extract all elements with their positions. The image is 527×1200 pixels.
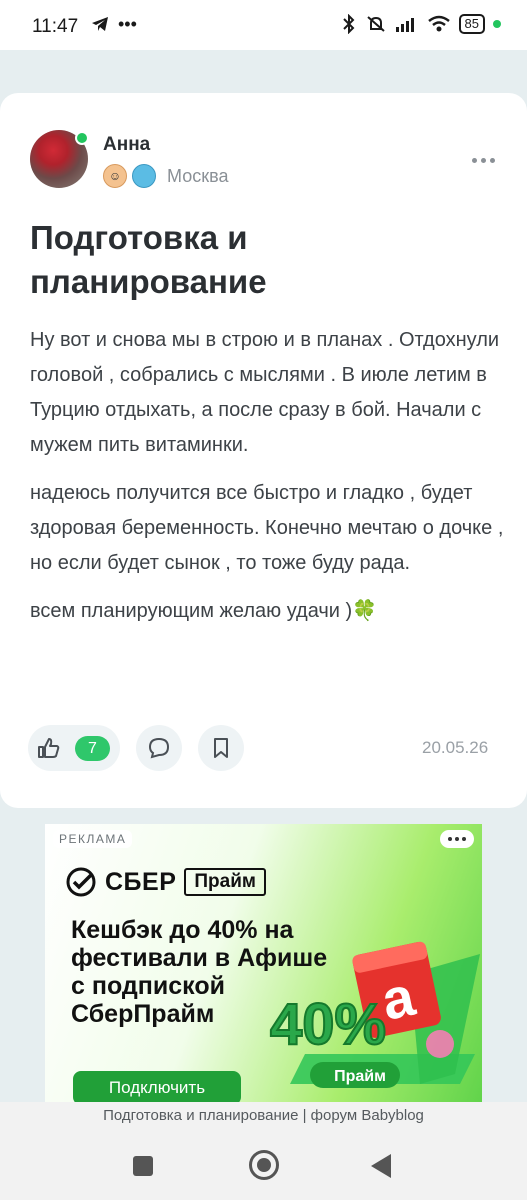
post-more-button[interactable] (468, 150, 498, 170)
thumbs-up-icon[interactable] (36, 736, 62, 760)
author-city: Москва (167, 166, 229, 186)
ad-label: РЕКЛАМА (53, 830, 133, 848)
back-button[interactable] (371, 1154, 391, 1178)
ad-banner[interactable]: РЕКЛАМА СБЕР Прайм Кешбэк до 40% на фест… (45, 824, 482, 1114)
post-paragraph: всем планирующим желаю удачи )🍀 (30, 600, 378, 622)
post-paragraph: надеюсь получится все быстро и гладко , … (30, 482, 504, 574)
author-name[interactable]: Анна (103, 134, 150, 156)
telegram-icon (92, 17, 108, 31)
ad-graphic-percent: 40% (270, 992, 386, 1057)
more-dots-icon: ••• (118, 14, 137, 34)
bookmark-button[interactable] (198, 725, 244, 771)
online-status-dot (75, 131, 89, 145)
mute-icon (366, 16, 385, 32)
post-title: Подготовка и планирование (30, 219, 267, 300)
battery-indicator: 85 (458, 14, 485, 34)
ad-cta-button[interactable]: Подключить (73, 1071, 241, 1105)
globe-badge-icon (132, 164, 156, 188)
wifi-icon (427, 15, 450, 32)
sber-check-icon (66, 867, 96, 897)
ad-brand-tag: Прайм (184, 868, 266, 896)
post-date: 20.05.26 (422, 738, 489, 757)
notification-dot (493, 20, 501, 28)
signal-icon (395, 18, 414, 32)
ad-brand: СБЕР (105, 867, 177, 896)
recent-apps-button[interactable] (133, 1156, 153, 1176)
ad-graphic-badge: Прайм (334, 1068, 386, 1085)
bluetooth-icon (342, 14, 354, 34)
bookmark-icon (214, 738, 228, 758)
ad-more-button[interactable] (440, 830, 474, 848)
post-body: Ну вот и снова мы в строю и в планах . О… (30, 323, 505, 642)
home-button[interactable] (249, 1150, 279, 1180)
status-time: 11:47 (32, 16, 79, 37)
like-count-badge: 7 (75, 736, 110, 761)
page-caption: Подготовка и планирование | форум Babybl… (0, 1102, 527, 1130)
post-paragraph: Ну вот и снова мы в строю и в планах . О… (30, 329, 500, 456)
comment-icon (148, 737, 170, 759)
sber-logo: СБЕР Прайм (65, 866, 266, 898)
ad-promo-graphic: a 40% Прайм (269, 941, 480, 1088)
comment-button[interactable] (136, 725, 182, 771)
status-bar: 11:47 ••• 85 (0, 0, 527, 50)
boy-badge-icon: ☺ (103, 164, 127, 188)
